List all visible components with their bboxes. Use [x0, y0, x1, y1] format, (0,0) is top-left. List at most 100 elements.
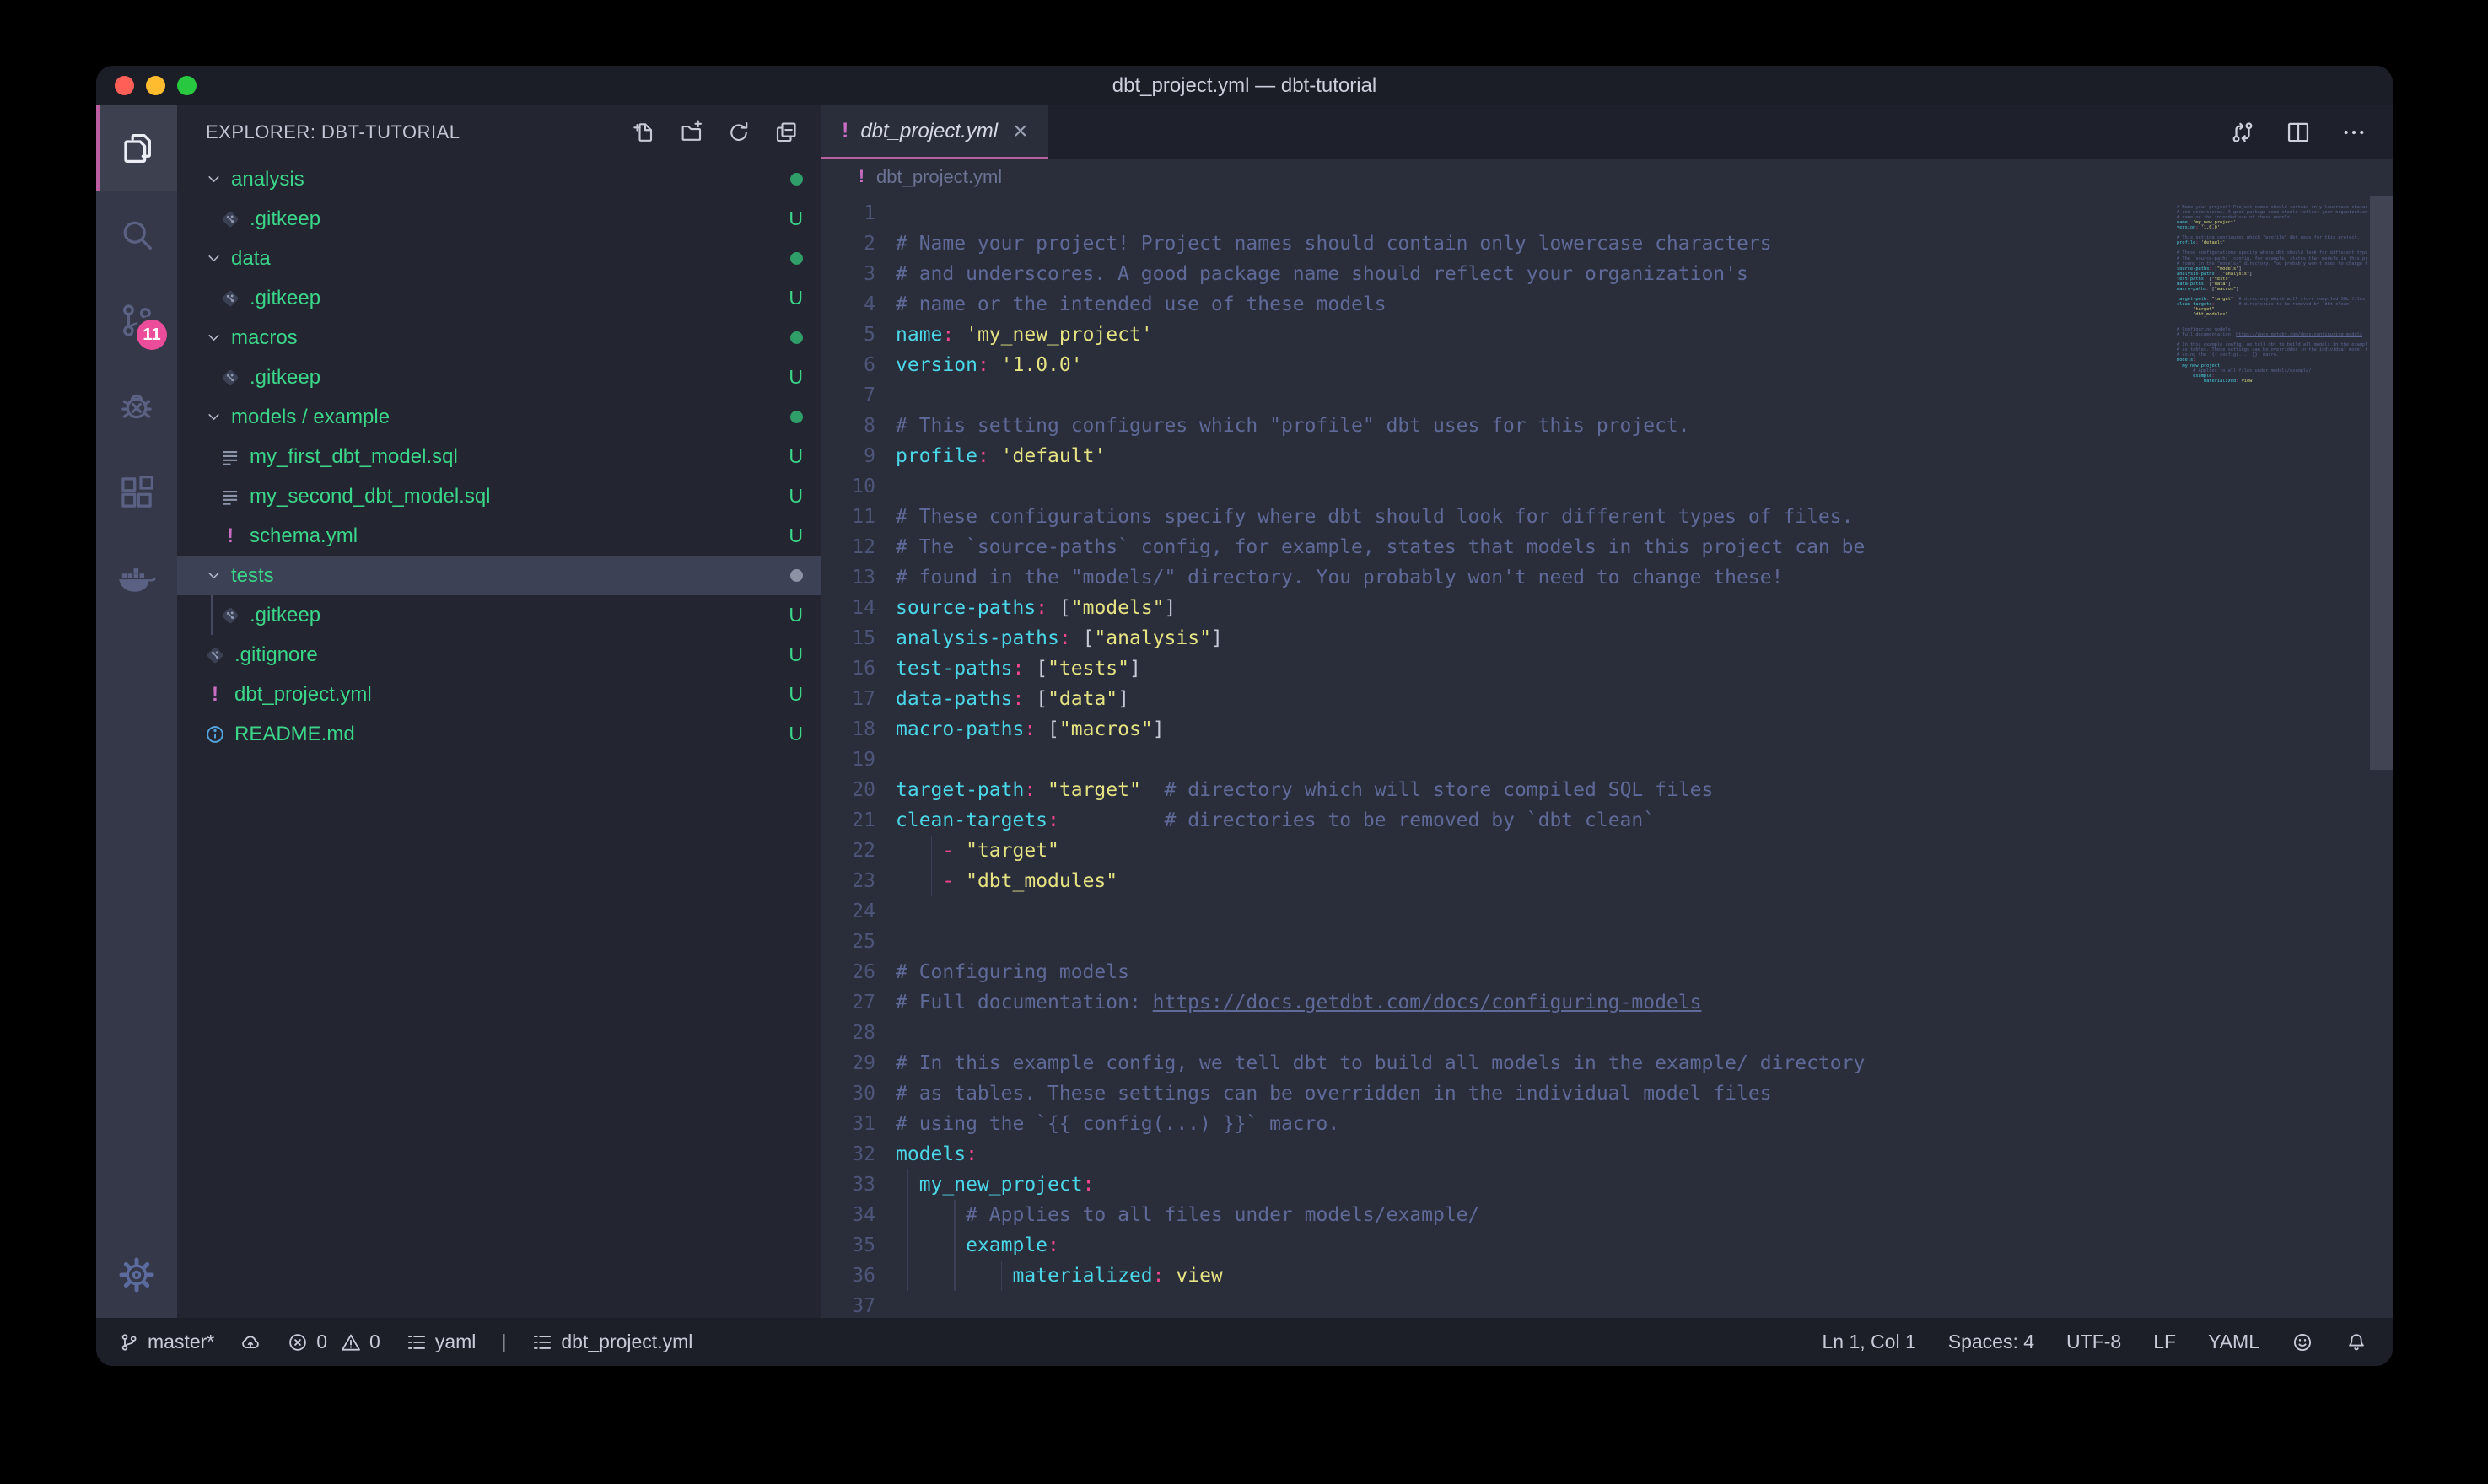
code-line-34[interactable]: 34 # Applies to all files under models/e… [821, 1200, 2173, 1230]
code-line-9[interactable]: 9profile: 'default' [821, 441, 2173, 471]
breadcrumb[interactable]: ! dbt_project.yml [821, 159, 2393, 195]
status-yaml-file[interactable]: dbt_project.yml [531, 1331, 692, 1353]
code-line-5[interactable]: 5name: 'my_new_project' [821, 320, 2173, 350]
tree-file-readme-md[interactable]: README.mdU [177, 714, 821, 754]
code-line-37[interactable]: 37 [821, 1291, 2173, 1318]
code-line-32[interactable]: 32models: [821, 1139, 2173, 1169]
code-line-2[interactable]: 2# Name your project! Project names shou… [821, 229, 2173, 259]
tree-folder-data[interactable]: data [177, 239, 821, 278]
status-eol[interactable]: LF [2153, 1331, 2176, 1353]
code-line-27[interactable]: 27# Full documentation: https://docs.get… [821, 987, 2173, 1018]
code-line-11[interactable]: 11# These configurations specify where d… [821, 502, 2173, 532]
minimize-button[interactable] [146, 76, 165, 95]
minimap[interactable]: # Name your project! Project names shoul… [2177, 200, 2367, 389]
activity-item-settings[interactable] [96, 1232, 177, 1318]
code-line-23[interactable]: 23 - "dbt_modules" [821, 866, 2173, 896]
open-changes-button[interactable] [2229, 119, 2256, 146]
split-editor-button[interactable] [2285, 119, 2312, 146]
code-line-36[interactable]: 36 materialized: view [821, 1261, 2173, 1291]
activity-item-docker[interactable] [96, 535, 177, 621]
collapse-all-button[interactable] [773, 119, 800, 146]
code-line-16[interactable]: 16test-paths: ["tests"] [821, 653, 2173, 684]
tree-file-schema-yml[interactable]: !schema.ymlU [177, 516, 821, 556]
activity-item-search[interactable] [96, 191, 177, 277]
code-line-28[interactable]: 28 [821, 1018, 2173, 1048]
code-line-15[interactable]: 15analysis-paths: ["analysis"] [821, 623, 2173, 653]
tree-file--gitkeep[interactable]: .gitkeepU [177, 199, 821, 239]
breadcrumb-file[interactable]: dbt_project.yml [876, 166, 1002, 188]
code-area[interactable]: 12# Name your project! Project names sho… [821, 198, 2173, 1318]
code-line-4[interactable]: 4# name or the intended use of these mod… [821, 289, 2173, 320]
activity-item-source-control[interactable]: 11 [96, 277, 177, 363]
new-file-button[interactable] [631, 119, 658, 146]
tree-file--gitkeep[interactable]: .gitkeepU [177, 595, 821, 635]
chevron-down-icon[interactable] [201, 249, 226, 268]
tab-dbt-project-yml[interactable]: ! dbt_project.yml × [821, 105, 1048, 159]
status-problems[interactable]: 00 [287, 1331, 380, 1353]
tab-close-icon[interactable]: × [1013, 119, 1028, 144]
code-line-35[interactable]: 35 example: [821, 1230, 2173, 1261]
code-line-7[interactable]: 7 [821, 380, 2173, 411]
status-encoding[interactable]: UTF-8 [2066, 1331, 2121, 1353]
tree-file--gitkeep[interactable]: .gitkeepU [177, 278, 821, 318]
chevron-down-icon[interactable] [201, 407, 226, 427]
code-line-6[interactable]: 6version: '1.0.0' [821, 350, 2173, 380]
tree-file-my-second-dbt-model-sql[interactable]: my_second_dbt_model.sqlU [177, 476, 821, 516]
code-line-26[interactable]: 26# Configuring models [821, 957, 2173, 987]
code-line-21[interactable]: 21clean-targets: # directories to be rem… [821, 805, 2173, 836]
tab-bar-empty [1048, 105, 2229, 159]
status-yaml-schema[interactable]: yaml [406, 1331, 477, 1353]
tree-file--gitkeep[interactable]: .gitkeepU [177, 358, 821, 397]
code-line-31[interactable]: 31# using the `{{ config(...) }}` macro. [821, 1109, 2173, 1139]
code-line-3[interactable]: 3# and underscores. A good package name … [821, 259, 2173, 289]
code-line-29[interactable]: 29# In this example config, we tell dbt … [821, 1048, 2173, 1078]
tree-folder-tests[interactable]: tests [177, 556, 821, 595]
tree-file-dbt-project-yml[interactable]: !dbt_project.ymlU [177, 675, 821, 714]
editor[interactable]: 12# Name your project! Project names sho… [821, 195, 2393, 1318]
chevron-down-icon[interactable] [201, 169, 226, 189]
code-line-20[interactable]: 20target-path: "target" # directory whic… [821, 775, 2173, 805]
tree-file-my-first-dbt-model-sql[interactable]: my_first_dbt_model.sqlU [177, 437, 821, 476]
status-git-branch[interactable]: master* [118, 1331, 214, 1353]
code-line-13[interactable]: 13# found in the "models/" directory. Yo… [821, 562, 2173, 593]
code-line-17[interactable]: 17data-paths: ["data"] [821, 684, 2173, 714]
new-folder-button[interactable] [678, 119, 705, 146]
code-line-14[interactable]: 14source-paths: ["models"] [821, 593, 2173, 623]
code-line-12[interactable]: 12# The `source-paths` config, for examp… [821, 532, 2173, 562]
vscode-window: dbt_project.yml — dbt-tutorial 11 EXPLOR… [96, 66, 2393, 1366]
status-notifications[interactable] [2345, 1331, 2367, 1353]
code-line-1[interactable]: 1 [821, 198, 2173, 229]
tree-folder-macros[interactable]: macros [177, 318, 821, 358]
code-line-30[interactable]: 30# as tables. These settings can be ove… [821, 1078, 2173, 1109]
more-actions-button[interactable] [2340, 119, 2367, 146]
chevron-down-icon[interactable] [201, 566, 226, 585]
code-line-19[interactable]: 19 [821, 745, 2173, 775]
line-content: version: '1.0.0' [896, 350, 2173, 380]
tree-file--gitignore[interactable]: .gitignoreU [177, 635, 821, 675]
tree-folder-analysis[interactable]: analysis [177, 159, 821, 199]
tree-folder-models-example[interactable]: models / example [177, 397, 821, 437]
code-line-25[interactable]: 25 [821, 927, 2173, 957]
window-title: dbt_project.yml — dbt-tutorial [1112, 74, 1376, 98]
code-line-22[interactable]: 22 - "target" [821, 836, 2173, 866]
line-content [896, 1018, 2173, 1048]
status-feedback[interactable] [2291, 1331, 2313, 1353]
zoom-button[interactable] [177, 76, 197, 95]
close-button[interactable] [115, 76, 134, 95]
code-line-18[interactable]: 18macro-paths: ["macros"] [821, 714, 2173, 745]
status-publish-changes[interactable] [240, 1331, 261, 1353]
code-line-8[interactable]: 8# This setting configures which "profil… [821, 411, 2173, 441]
refresh-button[interactable] [725, 119, 752, 146]
activity-item-explorer[interactable] [96, 105, 177, 191]
code-line-10[interactable]: 10 [821, 471, 2173, 502]
status-language-mode[interactable]: YAML [2208, 1331, 2259, 1353]
activity-item-run-debug[interactable] [96, 363, 177, 449]
editor-scrollbar-thumb[interactable] [2370, 196, 2393, 770]
line-number: 34 [821, 1200, 896, 1230]
code-line-24[interactable]: 24 [821, 896, 2173, 927]
chevron-down-icon[interactable] [201, 328, 226, 347]
status-cursor-position[interactable]: Ln 1, Col 1 [1823, 1331, 1916, 1353]
status-indentation[interactable]: Spaces: 4 [1948, 1331, 2034, 1353]
code-line-33[interactable]: 33 my_new_project: [821, 1169, 2173, 1200]
activity-item-extensions[interactable] [96, 449, 177, 535]
